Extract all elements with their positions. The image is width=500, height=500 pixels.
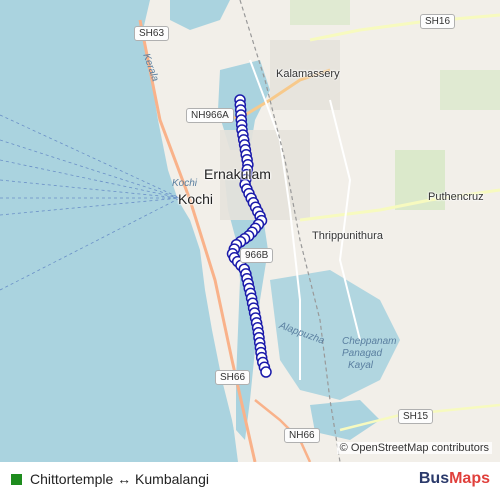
route-color-swatch [11, 474, 22, 485]
place-thrippunithura: Thrippunithura [312, 230, 383, 242]
brand-part-2: Maps [449, 470, 490, 487]
place-kochi-water: Kochi [172, 178, 198, 189]
place-kayal: Kayal [348, 360, 374, 371]
place-ernakulam: Ernakulam [204, 166, 271, 182]
road-shield-sh16: SH16 [420, 14, 456, 29]
road-shield-nh966a: NH966A [186, 108, 234, 123]
place-kochi: Kochi [178, 191, 214, 207]
map-view[interactable]: Ernakulam Kochi Kalamassery Thrippunithu… [0, 0, 500, 462]
place-panagad: Panagad [342, 348, 383, 359]
road-shield-sh63: SH63 [134, 26, 170, 41]
green-area-2 [290, 0, 350, 25]
busmaps-logo[interactable]: BusMaps [419, 470, 490, 488]
road-shield-sh66: SH66 [215, 370, 251, 385]
map-base [0, 0, 500, 462]
place-kalamassery: Kalamassery [276, 68, 340, 80]
place-puthencruz: Puthencruz [428, 191, 484, 203]
bus-stop-marker[interactable] [260, 366, 272, 378]
brand-part-1: Bus [418, 470, 450, 487]
green-area-3 [440, 70, 500, 110]
shipping-lanes [0, 114, 181, 291]
road-shield-966b: 966B [240, 248, 274, 263]
road-shield-nh66: NH66 [284, 428, 320, 443]
place-cheppanam: Cheppanam [342, 336, 397, 347]
road-shield-sh15: SH15 [398, 409, 434, 424]
legend-bar: Chittortemple ↔ Kumbalangi BusMaps [0, 462, 500, 500]
route-name-label: Chittortemple ↔ Kumbalangi [30, 471, 209, 487]
map-attribution[interactable]: © OpenStreetMap contributors [336, 442, 492, 454]
